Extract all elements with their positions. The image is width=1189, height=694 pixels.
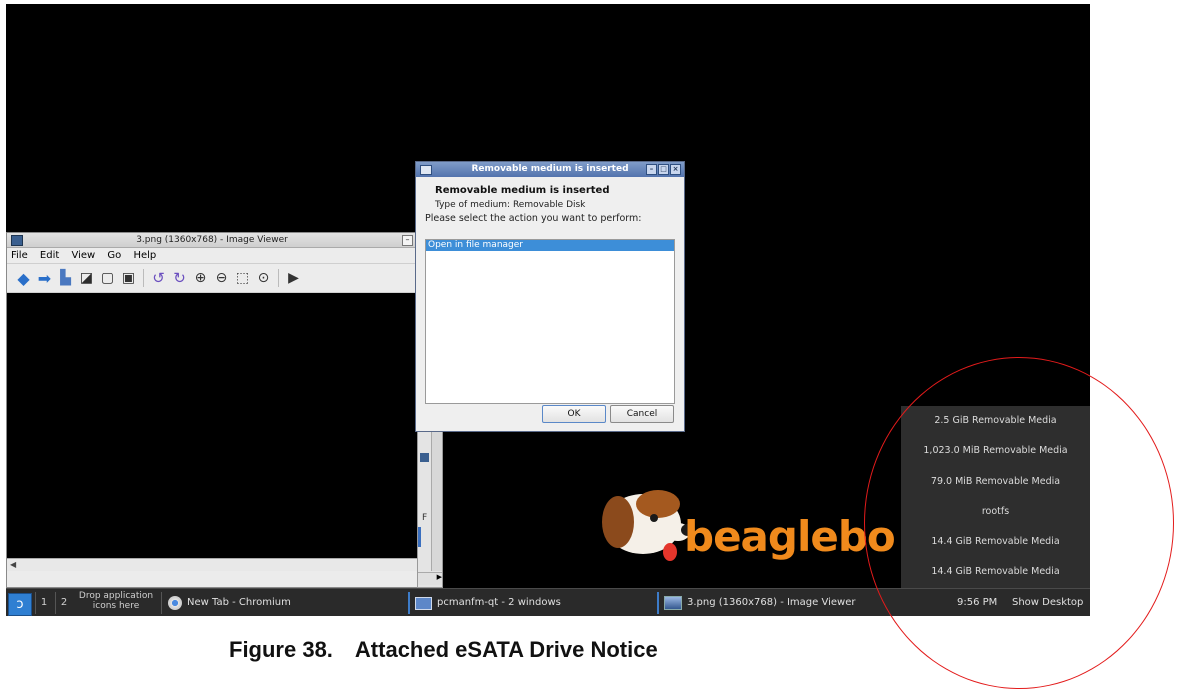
zoom-out-icon[interactable]: ⊖ [213,270,230,287]
workspace-2[interactable]: 2 [55,592,72,614]
media-item[interactable]: 1,023.0 MiB Removable Media [901,436,1090,466]
menu-file[interactable]: File [11,250,28,261]
background-window-hscroll[interactable]: ▶ [418,572,442,585]
removable-medium-dialog: Removable medium is inserted – □ × Remov… [415,161,685,432]
slideshow-icon[interactable]: ▶ [285,270,302,287]
dialog-title: Removable medium is inserted [471,164,629,174]
task-image-viewer[interactable]: 3.png (1360x768) - Image Viewer [664,592,855,614]
background-window-icon [420,453,429,462]
rotate-right-icon[interactable]: ↻ [171,269,188,287]
minimize-button[interactable]: – [402,235,413,246]
dialog-heading: Removable medium is inserted [435,185,610,196]
zoom-in-icon[interactable]: ⊕ [192,270,209,287]
task-label: 3.png (1360x768) - Image Viewer [687,597,856,608]
ok-button[interactable]: OK [542,405,606,423]
original-size-icon[interactable]: ⊙ [255,270,272,287]
figure-number: Figure 38. [229,637,333,662]
media-item-rootfs[interactable]: rootfs [901,497,1090,527]
task-separator [657,592,659,614]
image-viewer-title: 3.png (1360x768) - Image Viewer [136,235,288,245]
dialog-close-button[interactable]: × [670,164,681,175]
logo-text: beaglebo [684,512,896,561]
task-label: New Tab - Chromium [187,597,291,608]
image-viewer-statusbar [7,571,417,586]
task-chromium[interactable]: New Tab - Chromium [168,592,291,614]
dialog-titlebar[interactable]: Removable medium is inserted – □ × [416,162,684,177]
background-window-scrollbar[interactable] [431,431,442,571]
cancel-button[interactable]: Cancel [610,405,674,423]
dialog-window-buttons: – □ × [646,164,681,175]
figure-caption: Figure 38. Attached eSATA Drive Notice [229,637,658,663]
mounted-media-menu: 2.5 GiB Removable Media 1,023.0 MiB Remo… [901,406,1090,588]
task-file-manager[interactable]: pcmanfm-qt - 2 windows [415,592,561,614]
fit-window-icon[interactable]: ⬚ [234,270,251,287]
action-list[interactable]: Open in file manager [425,239,675,404]
menu-edit[interactable]: Edit [40,250,59,261]
toolbar-separator [143,269,144,287]
taskbar: ↄ 1 2 Drop application icons here New Ta… [6,588,1090,616]
horizontal-scrollbar[interactable]: ◀ [7,558,417,571]
file-manager-icon [415,596,432,610]
image-viewer-titlebar[interactable]: 3.png (1360x768) - Image Viewer – [7,233,417,248]
task-label: pcmanfm-qt - 2 windows [437,597,561,608]
action-option-open-file-manager[interactable]: Open in file manager [426,240,674,251]
medium-type-label: Type of medium: Removable Disk [435,200,586,210]
menu-go[interactable]: Go [107,250,121,261]
image-viewer-app-icon [11,235,23,246]
action-prompt: Please select the action you want to per… [425,213,642,224]
dialog-window-icon [420,165,432,175]
toolbar-separator [278,269,279,287]
paste-icon[interactable]: ▣ [120,270,137,287]
start-menu-button[interactable]: ↄ [8,593,32,616]
chromium-icon [168,596,182,610]
show-desktop-button[interactable]: Show Desktop [1012,592,1083,614]
beagleboard-logo: beaglebo [588,474,908,584]
task-separator [408,592,410,614]
workspace-1[interactable]: 1 [35,592,52,614]
open-file-icon[interactable]: ▙ [57,270,74,287]
media-item[interactable]: 14.4 GiB Removable Media [901,527,1090,557]
clock[interactable]: 9:56 PM [957,592,997,614]
beagle-dog-icon [602,490,695,561]
image-viewer-menubar: File Edit View Go Help [7,248,417,263]
image-viewer-window: 3.png (1360x768) - Image Viewer – File E… [6,232,418,588]
forward-arrow-icon[interactable]: ➡ [36,269,53,288]
rotate-left-icon[interactable]: ↺ [150,269,167,287]
scroll-left-icon[interactable]: ◀ [10,560,16,569]
copy-icon[interactable]: ▢ [99,270,116,287]
menu-help[interactable]: Help [133,250,156,261]
quicklaunch-drop-hint: Drop application icons here [71,591,162,614]
menu-view[interactable]: View [71,250,95,261]
drop-hint-line-2: icons here [92,600,140,611]
desktop-screen: 3.png (1360x768) - Image Viewer – File E… [6,4,1090,616]
media-item[interactable]: 2.5 GiB Removable Media [901,406,1090,436]
media-item[interactable]: 79.0 MiB Removable Media [901,467,1090,497]
figure-title: Attached eSATA Drive Notice [354,637,658,662]
background-window-selection [418,527,421,547]
back-arrow-icon[interactable]: ◆ [15,269,32,288]
background-window[interactable]: F ▶ [417,430,443,588]
dialog-minimize-button[interactable]: – [646,164,657,175]
background-window-text: F [422,513,428,523]
image-canvas[interactable] [7,293,417,558]
media-item[interactable]: 14.4 GiB Removable Media [901,557,1090,587]
image-viewer-toolbar: ◆ ➡ ▙ ◪ ▢ ▣ ↺ ↻ ⊕ ⊖ ⬚ ⊙ ▶ [7,263,417,293]
dialog-maximize-button[interactable]: □ [658,164,669,175]
image-viewer-icon [664,596,682,610]
save-icon[interactable]: ◪ [78,270,95,287]
